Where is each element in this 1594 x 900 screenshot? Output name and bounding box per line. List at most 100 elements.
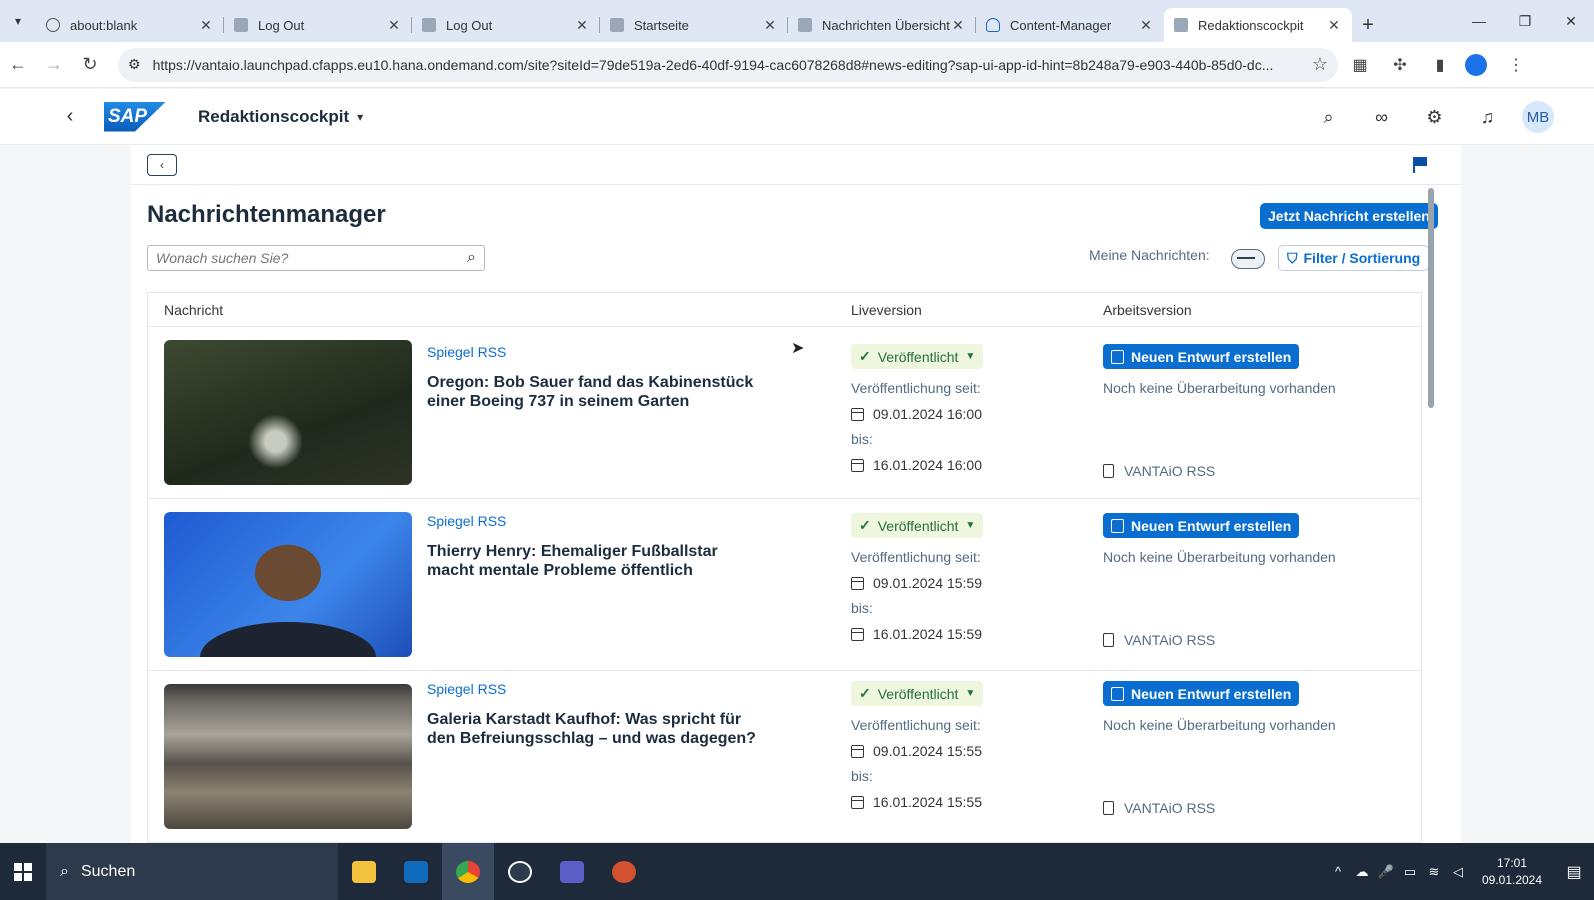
battery-icon[interactable]: ▭	[1398, 864, 1422, 880]
table-row[interactable]: Spiegel RSS Thierry Henry: Ehemaliger Fu…	[148, 499, 1421, 671]
minimize-icon[interactable]: —	[1456, 0, 1502, 42]
taskbar-search[interactable]: ⌕ Suchen	[46, 843, 338, 900]
filter-sort-button[interactable]: ⛉ Filter / Sortierung	[1278, 245, 1430, 271]
clock[interactable]: 17:01 09.01.2024	[1470, 855, 1554, 889]
draft-button-label: Neuen Entwurf erstellen	[1131, 348, 1292, 365]
date-text: 16.01.2024 15:59	[873, 626, 982, 642]
reload-icon[interactable]: ↻	[72, 47, 108, 83]
chrome-icon[interactable]	[442, 843, 494, 900]
more-menu-icon[interactable]: ⋮	[1498, 47, 1534, 83]
browser-tab[interactable]: Content-Manager ✕	[976, 8, 1164, 42]
flag-icon[interactable]	[1413, 156, 1427, 173]
calendar-icon	[851, 795, 864, 809]
status-badge[interactable]: ✓ Veröffentlicht ▼	[851, 513, 984, 538]
news-headline[interactable]: Galeria Karstadt Kaufhof: Was spricht fü…	[427, 710, 767, 748]
onedrive-icon[interactable]: ☁	[1350, 864, 1374, 880]
bookmark-star-icon[interactable]: ☆	[1312, 54, 1328, 75]
chevron-down-icon[interactable]: ▾	[357, 110, 363, 124]
my-news-toggle[interactable]	[1231, 249, 1265, 269]
back-arrow-icon[interactable]: ←	[0, 47, 36, 83]
document-icon	[1103, 801, 1114, 815]
published-since-label: Veröffentlichung seit:	[851, 549, 981, 565]
create-draft-button[interactable]: Neuen Entwurf erstellen	[1103, 344, 1300, 369]
status-badge[interactable]: ✓ Veröffentlicht ▼	[851, 344, 984, 369]
close-tab-icon[interactable]: ✕	[762, 17, 778, 34]
file-explorer-icon[interactable]	[338, 843, 390, 900]
browser-tab[interactable]: Startseite ✕	[600, 8, 788, 42]
shell-back-icon[interactable]: ‹	[50, 105, 90, 128]
avatar[interactable]: MB	[1522, 101, 1554, 133]
news-thumbnail[interactable]	[164, 512, 412, 657]
tab-title: Log Out	[258, 17, 305, 33]
binoculars-icon[interactable]: ∞	[1355, 107, 1408, 128]
status-badge[interactable]: ✓ Veröffentlicht ▼	[851, 681, 984, 706]
close-tab-icon[interactable]: ✕	[950, 17, 966, 34]
create-draft-button[interactable]: Neuen Entwurf erstellen	[1103, 681, 1300, 706]
chevron-up-icon[interactable]: ^	[1326, 864, 1350, 879]
search-field[interactable]: ⌕	[147, 245, 485, 271]
extension-icon[interactable]: ▦	[1342, 47, 1378, 83]
search-input[interactable]	[156, 250, 468, 266]
back-button[interactable]: ‹	[147, 153, 177, 176]
close-tab-icon[interactable]: ✕	[1138, 17, 1154, 34]
close-window-icon[interactable]: ✕	[1548, 0, 1594, 42]
search-icon: ⌕	[60, 862, 69, 880]
draft-button-label: Neuen Entwurf erstellen	[1131, 517, 1292, 534]
news-headline[interactable]: Thierry Henry: Ehemaliger Fußballstar ma…	[427, 542, 767, 580]
news-thumbnail[interactable]	[164, 684, 412, 829]
browser-tab[interactable]: Log Out ✕	[412, 8, 600, 42]
microphone-icon[interactable]: 🎤	[1374, 864, 1398, 880]
close-tab-icon[interactable]: ✕	[574, 17, 590, 34]
until-label: bis:	[851, 431, 873, 447]
app-title[interactable]: Redaktionscockpit	[198, 107, 349, 127]
windows-start-icon[interactable]	[0, 843, 46, 900]
document-icon	[1103, 633, 1114, 647]
status-text: Veröffentlicht	[877, 517, 959, 534]
check-icon: ✓	[859, 517, 871, 533]
calendar-icon	[851, 576, 864, 590]
browser-tab[interactable]: about:blank ✕	[36, 8, 224, 42]
site-settings-icon[interactable]: ⚙	[128, 56, 141, 73]
chrome-profile-icon[interactable]	[1465, 53, 1487, 76]
sap-logo[interactable]: SAP	[104, 101, 166, 132]
news-source-link[interactable]: Spiegel RSS	[427, 344, 506, 360]
browser-tab-active[interactable]: Redaktionscockpit ✕	[1164, 8, 1352, 42]
close-tab-icon[interactable]: ✕	[198, 17, 214, 34]
forward-arrow-icon[interactable]: →	[36, 47, 72, 83]
address-bar[interactable]: ⚙ https://vantaio.launchpad.cfapps.eu10.…	[118, 47, 1338, 82]
close-tab-icon[interactable]: ✕	[1326, 17, 1342, 34]
tab-title: Log Out	[446, 17, 493, 33]
outlook-icon[interactable]	[390, 843, 442, 900]
news-source-link[interactable]: Spiegel RSS	[427, 681, 506, 697]
news-source-link[interactable]: Spiegel RSS	[427, 513, 506, 529]
search-icon[interactable]: ⌕	[1302, 107, 1355, 128]
browser-tab[interactable]: Log Out ✕	[224, 8, 412, 42]
notification-icon[interactable]: ▤	[1554, 862, 1594, 882]
extensions-puzzle-icon[interactable]: ✣	[1382, 47, 1418, 83]
side-panel-icon[interactable]: ▮	[1422, 47, 1458, 83]
scrollbar-thumb[interactable]	[1428, 188, 1434, 408]
news-headline[interactable]: Oregon: Bob Sauer fand das Kabinenstück …	[427, 373, 767, 411]
news-thumbnail[interactable]	[164, 340, 412, 485]
table-row[interactable]: Spiegel RSS Galeria Karstadt Kaufhof: Wa…	[148, 671, 1421, 843]
powerpoint-icon[interactable]	[598, 843, 650, 900]
gear-icon[interactable]: ⚙	[1408, 107, 1461, 128]
create-news-button[interactable]: Jetzt Nachricht erstellen	[1260, 203, 1438, 229]
lock-app-icon[interactable]	[494, 843, 546, 900]
speaker-icon[interactable]: ◁	[1446, 864, 1470, 880]
close-tab-icon[interactable]: ✕	[386, 17, 402, 34]
cloud-icon	[986, 18, 1000, 32]
published-until-date: 16.01.2024 15:59	[851, 626, 982, 642]
wifi-icon[interactable]: ≋	[1422, 864, 1446, 880]
browser-tab[interactable]: Nachrichten Übersicht ✕	[788, 8, 976, 42]
restore-icon[interactable]: ❐	[1502, 0, 1548, 42]
mouse-cursor-icon: ➤	[791, 340, 805, 357]
new-tab-button[interactable]: +	[1352, 8, 1384, 42]
url-text: https://vantaio.launchpad.cfapps.eu10.ha…	[152, 56, 1274, 73]
create-draft-button[interactable]: Neuen Entwurf erstellen	[1103, 513, 1300, 538]
tab-search-dropdown-icon[interactable]: ▾	[0, 0, 36, 42]
bell-icon[interactable]: ♫	[1461, 107, 1514, 128]
teams-icon[interactable]	[546, 843, 598, 900]
table-row[interactable]: Spiegel RSS Oregon: Bob Sauer fand das K…	[148, 327, 1421, 499]
search-icon[interactable]: ⌕	[467, 249, 476, 267]
